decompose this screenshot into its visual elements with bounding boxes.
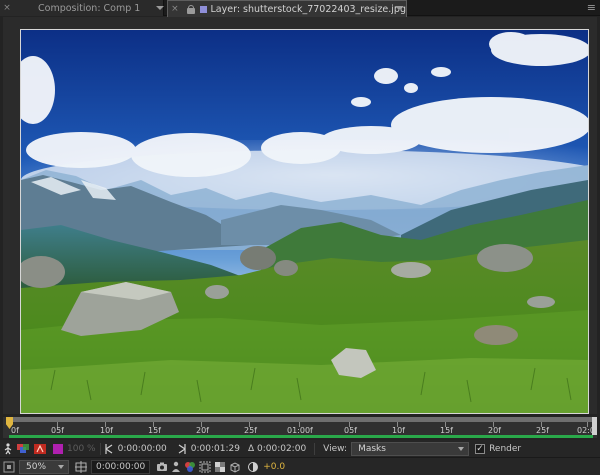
render-checkbox[interactable]: ✓ bbox=[475, 444, 486, 454]
ruler-label: 20f bbox=[488, 426, 501, 435]
toggle-pixel-aspect-icon[interactable] bbox=[3, 442, 13, 456]
magnification-dropdown[interactable]: 50% bbox=[19, 459, 69, 474]
tab-layer[interactable]: × Layer: shutterstock_77022403_resize.jp… bbox=[167, 0, 407, 17]
chevron-down-icon bbox=[58, 464, 64, 469]
set-in-point-icon[interactable] bbox=[104, 442, 114, 456]
close-tab-composition-icon[interactable]: × bbox=[0, 3, 14, 13]
rgb-channels-icon[interactable] bbox=[184, 460, 196, 474]
layer-label-color-icon bbox=[199, 5, 207, 13]
ruler-label: 05f bbox=[51, 426, 64, 435]
ruler-label: 25f bbox=[536, 426, 549, 435]
tab-composition-label: Composition: Comp 1 bbox=[38, 2, 141, 14]
magnification-value: 50% bbox=[26, 461, 47, 472]
always-preview-icon[interactable] bbox=[3, 460, 15, 474]
region-of-interest-icon[interactable] bbox=[199, 460, 211, 474]
show-snapshot-icon[interactable] bbox=[171, 460, 181, 474]
adjust-exposure-icon[interactable] bbox=[247, 460, 259, 474]
mountain-landscape-image bbox=[21, 30, 588, 413]
exposure-value[interactable]: +0.0 bbox=[263, 462, 285, 472]
current-time-field[interactable]: 0:00:00:00 bbox=[91, 459, 151, 474]
divider bbox=[99, 443, 101, 455]
layer-controls-row: 100 % 0:00:00:00 0:00:01:29 Δ 0:00:02:00… bbox=[0, 440, 600, 458]
layer-viewer bbox=[3, 17, 597, 414]
in-point-time[interactable]: 0:00:00:00 bbox=[118, 444, 167, 454]
3d-view-icon[interactable] bbox=[229, 460, 241, 474]
view-dropdown-value: Masks bbox=[358, 444, 386, 454]
ruler-label: 01:00f bbox=[287, 426, 313, 435]
chevron-down-icon bbox=[458, 447, 465, 451]
ruler-label: 20f bbox=[196, 426, 209, 435]
out-point-time[interactable]: 0:00:01:29 bbox=[191, 444, 240, 454]
opacity-value[interactable]: 100 % bbox=[67, 444, 96, 454]
tab-composition[interactable]: × Composition: Comp 1 bbox=[0, 0, 164, 16]
set-out-point-icon[interactable] bbox=[177, 442, 187, 456]
ruler-label: 10f bbox=[392, 426, 405, 435]
tab-composition-dropdown-icon[interactable] bbox=[156, 6, 164, 10]
tab-layer-dropdown-icon[interactable] bbox=[395, 6, 403, 10]
render-label: Render bbox=[489, 444, 522, 454]
ruler-end-handle[interactable] bbox=[592, 417, 597, 435]
divider bbox=[314, 443, 316, 455]
transparency-grid-icon[interactable] bbox=[214, 460, 226, 474]
close-tab-layer-icon[interactable]: × bbox=[168, 4, 182, 14]
work-area-bar[interactable] bbox=[9, 435, 593, 438]
ruler-label: 25f bbox=[244, 426, 257, 435]
viewer-tab-bar: × Composition: Comp 1 × Layer: shutterst… bbox=[0, 0, 600, 17]
time-ruler[interactable]: 0f 05f 10f 15f 20f 25f 01:00f 05f 10f 15… bbox=[3, 417, 597, 438]
ruler-label: 05f bbox=[344, 426, 357, 435]
layer-image-mountain-meadow[interactable] bbox=[20, 29, 589, 414]
show-channel-icon[interactable] bbox=[16, 442, 30, 456]
viewer-footer-row: 50% 0:00:00:00 +0.0 bbox=[0, 457, 600, 475]
view-label: View: bbox=[323, 444, 348, 454]
title-action-safe-icon[interactable] bbox=[75, 460, 87, 474]
lock-icon[interactable] bbox=[186, 4, 196, 14]
ruler-label: 0f bbox=[11, 426, 19, 435]
ruler-ticks: 0f 05f 10f 15f 20f 25f 01:00f 05f 10f 15… bbox=[9, 422, 595, 436]
toggle-mask-path-icon[interactable] bbox=[33, 442, 47, 456]
ruler-label: 15f bbox=[440, 426, 453, 435]
mask-color-swatch[interactable] bbox=[53, 442, 63, 456]
duration-time[interactable]: Δ 0:00:02:00 bbox=[248, 444, 306, 454]
ruler-label: 15f bbox=[148, 426, 161, 435]
snapshot-camera-icon[interactable] bbox=[156, 460, 168, 474]
panel-menu-icon[interactable]: ≡ bbox=[587, 0, 596, 16]
view-dropdown[interactable]: Masks bbox=[351, 442, 470, 456]
ruler-label: 10f bbox=[100, 426, 113, 435]
tab-layer-label: Layer: shutterstock_77022403_resize.jpg bbox=[210, 3, 406, 15]
